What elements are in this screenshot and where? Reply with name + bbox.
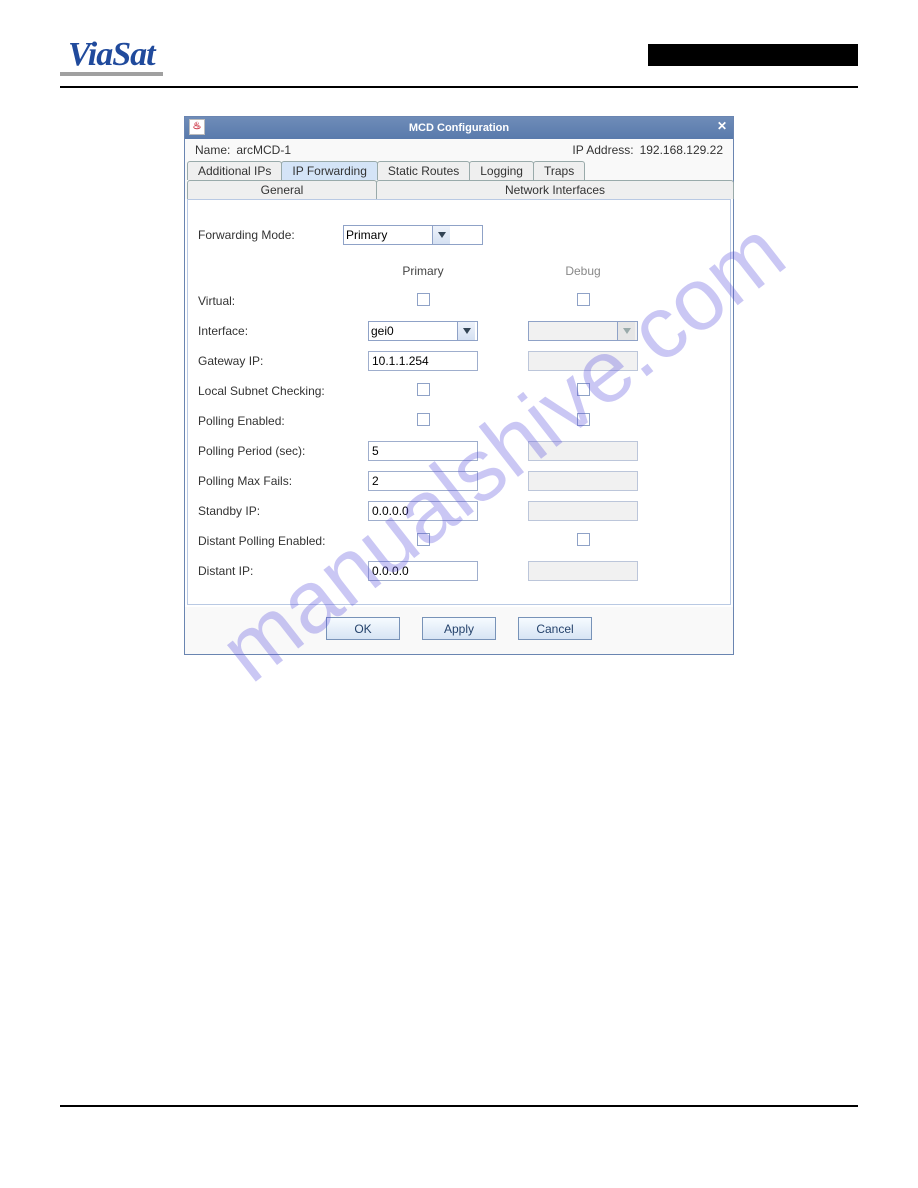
polling-period-label: Polling Period (sec): [198,444,343,458]
dialog-titlebar[interactable]: ♨ MCD Configuration ✕ [185,117,733,139]
tab-logging[interactable]: Logging [469,161,534,180]
interface-debug-select [528,321,638,341]
gateway-ip-debug-input [528,351,638,371]
chevron-down-icon[interactable] [432,226,450,244]
standby-ip-debug-input [528,501,638,521]
apply-button[interactable]: Apply [422,617,496,640]
dialog-info-row: Name: arcMCD-1 IP Address: 192.168.129.2… [185,139,733,161]
interface-label: Interface: [198,324,343,338]
tab-network-interfaces[interactable]: Network Interfaces [376,180,734,199]
distant-ip-primary-input[interactable] [368,561,478,581]
divider-bottom [60,1105,858,1107]
standby-ip-primary-input[interactable] [368,501,478,521]
tab-strip-primary: Additional IPs IP Forwarding Static Rout… [185,161,733,180]
distant-polling-primary-checkbox[interactable] [417,533,430,546]
polling-max-fails-primary-input[interactable] [368,471,478,491]
interface-primary-select[interactable] [368,321,478,341]
tab-ip-forwarding[interactable]: IP Forwarding [281,161,377,180]
polling-period-primary-input[interactable] [368,441,478,461]
ok-button[interactable]: OK [326,617,400,640]
column-header-primary: Primary [343,264,503,278]
ip-address-value: 192.168.129.22 [640,143,723,157]
polling-enabled-primary-checkbox[interactable] [417,413,430,426]
virtual-label: Virtual: [198,294,343,308]
polling-enabled-label: Polling Enabled: [198,414,343,428]
virtual-debug-checkbox[interactable] [577,293,590,306]
forwarding-mode-label: Forwarding Mode: [198,228,343,242]
polling-max-fails-label: Polling Max Fails: [198,474,343,488]
dialog-button-row: OK Apply Cancel [185,607,733,654]
close-icon[interactable]: ✕ [715,120,729,134]
distant-ip-label: Distant IP: [198,564,343,578]
mcd-config-dialog: ♨ MCD Configuration ✕ Name: arcMCD-1 IP … [184,116,734,655]
virtual-primary-checkbox[interactable] [417,293,430,306]
chevron-down-icon [617,322,635,340]
local-subnet-primary-checkbox[interactable] [417,383,430,396]
interface-debug-value [529,322,617,340]
tab-traps[interactable]: Traps [533,161,585,180]
form-panel: Forwarding Mode: Primary Debug Virtual: [187,199,731,605]
gateway-ip-label: Gateway IP: [198,354,343,368]
local-subnet-debug-checkbox[interactable] [577,383,590,396]
name-value: arcMCD-1 [236,143,291,157]
divider-top [60,86,858,88]
interface-primary-value[interactable] [369,322,457,340]
tab-additional-ips[interactable]: Additional IPs [187,161,282,180]
standby-ip-label: Standby IP: [198,504,343,518]
column-header-debug: Debug [503,264,663,278]
ip-address-label: IP Address: [572,143,633,157]
tab-general[interactable]: General [187,180,377,199]
forwarding-mode-select[interactable] [343,225,483,245]
polling-enabled-debug-checkbox[interactable] [577,413,590,426]
dialog-title: MCD Configuration [409,122,509,134]
polling-max-fails-debug-input [528,471,638,491]
gateway-ip-primary-input[interactable] [368,351,478,371]
cancel-button[interactable]: Cancel [518,617,592,640]
local-subnet-label: Local Subnet Checking: [198,384,343,398]
tab-strip-secondary: General Network Interfaces [185,180,733,199]
tab-static-routes[interactable]: Static Routes [377,161,470,180]
distant-polling-label: Distant Polling Enabled: [198,534,343,548]
name-label: Name: [195,143,230,157]
chevron-down-icon[interactable] [457,322,475,340]
distant-polling-debug-checkbox[interactable] [577,533,590,546]
viasat-logo: ViaSat [60,38,163,76]
forwarding-mode-value[interactable] [344,226,432,244]
polling-period-debug-input [528,441,638,461]
header-black-bar [648,44,858,66]
java-icon: ♨ [189,119,205,135]
distant-ip-debug-input [528,561,638,581]
